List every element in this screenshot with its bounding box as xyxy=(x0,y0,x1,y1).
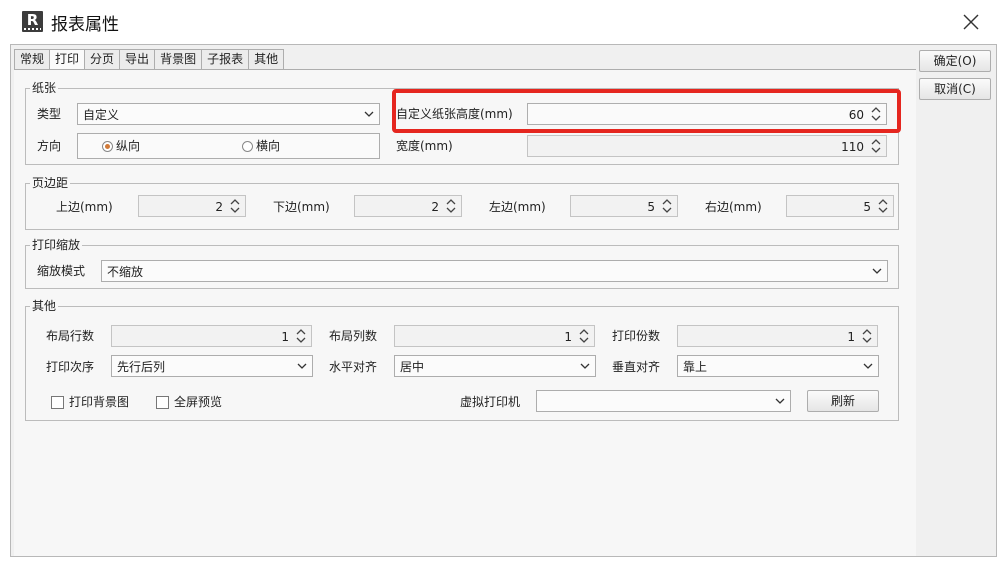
scale-mode-label: 缩放模式 xyxy=(37,264,86,278)
bottom-margin-spinner[interactable]: 2 xyxy=(354,195,462,217)
bottom-margin-label: 下边(mm) xyxy=(273,200,330,214)
virtual-printer-label: 虚拟打印机 xyxy=(460,395,521,409)
app-icon-letter: R xyxy=(26,11,39,29)
title-bar: R 报表属性 xyxy=(0,0,1007,44)
chevron-down-icon xyxy=(364,111,374,117)
tab-print[interactable]: 打印 xyxy=(49,49,85,71)
fullscreen-preview-checkbox[interactable] xyxy=(156,396,169,409)
landscape-radio[interactable] xyxy=(242,141,253,152)
spinner-arrows-icon[interactable] xyxy=(661,198,673,214)
cancel-button[interactable]: 取消(C) xyxy=(919,78,991,100)
tab-other[interactable]: 其他 xyxy=(248,49,285,70)
top-margin-label: 上边(mm) xyxy=(56,200,113,214)
layout-cols-value: 1 xyxy=(564,330,572,344)
horizontal-align-label: 水平对齐 xyxy=(329,360,378,374)
tab-subreport[interactable]: 子报表 xyxy=(201,49,249,70)
print-order-label: 打印次序 xyxy=(46,360,95,374)
horizontal-align-value: 居中 xyxy=(400,360,425,374)
chevron-down-icon xyxy=(297,363,307,369)
layout-rows-value: 1 xyxy=(281,330,289,344)
spinner-arrows-icon[interactable] xyxy=(861,328,873,344)
width-label: 宽度(mm) xyxy=(396,139,453,153)
tab-background[interactable]: 背景图 xyxy=(154,49,202,70)
layout-cols-spinner[interactable]: 1 xyxy=(394,325,595,347)
vertical-align-label: 垂直对齐 xyxy=(612,360,661,374)
chevron-down-icon xyxy=(863,363,873,369)
vertical-align-value: 靠上 xyxy=(683,360,708,374)
left-margin-label: 左边(mm) xyxy=(489,200,546,214)
width-value: 110 xyxy=(841,140,864,154)
right-margin-label: 右边(mm) xyxy=(705,200,762,214)
layout-rows-spinner[interactable]: 1 xyxy=(111,325,312,347)
portrait-radio[interactable] xyxy=(102,141,113,152)
orientation-label: 方向 xyxy=(37,139,62,153)
print-order-select[interactable]: 先行后列 xyxy=(111,355,313,377)
window-title: 报表属性 xyxy=(51,15,119,35)
spinner-arrows-icon[interactable] xyxy=(877,198,889,214)
tab-strip: 常规 打印 分页 导出 背景图 子报表 其他 xyxy=(14,49,285,71)
paper-type-select[interactable]: 自定义 xyxy=(77,103,380,125)
chevron-down-icon xyxy=(872,268,882,274)
fullscreen-preview-label: 全屏预览 xyxy=(174,395,223,409)
horizontal-align-select[interactable]: 居中 xyxy=(394,355,596,377)
scale-mode-select[interactable]: 不缩放 xyxy=(101,260,888,282)
paper-type-value: 自定义 xyxy=(83,108,120,122)
spinner-arrows-icon[interactable] xyxy=(870,138,882,154)
right-margin-value: 5 xyxy=(863,200,871,214)
top-margin-spinner[interactable]: 2 xyxy=(138,195,246,217)
print-background-checkbox[interactable] xyxy=(51,396,64,409)
spinner-arrows-icon[interactable] xyxy=(445,198,457,214)
paper-legend: 纸张 xyxy=(30,81,59,95)
print-background-label: 打印背景图 xyxy=(69,395,130,409)
other-legend: 其他 xyxy=(30,299,59,313)
highlight-annotation xyxy=(392,89,901,133)
tab-export[interactable]: 导出 xyxy=(119,49,155,70)
paper-type-label: 类型 xyxy=(37,107,62,121)
print-scale-legend: 打印缩放 xyxy=(30,238,83,252)
print-order-value: 先行后列 xyxy=(117,360,166,374)
virtual-printer-select[interactable] xyxy=(536,390,791,412)
ok-button[interactable]: 确定(O) xyxy=(919,50,991,72)
tab-general[interactable]: 常规 xyxy=(14,49,50,70)
spinner-arrows-icon[interactable] xyxy=(578,328,590,344)
chevron-down-icon xyxy=(775,398,785,404)
report-app-icon: R xyxy=(22,11,43,32)
bottom-margin-value: 2 xyxy=(431,200,439,214)
copies-label: 打印份数 xyxy=(612,329,661,343)
spinner-arrows-icon[interactable] xyxy=(229,198,241,214)
tab-pagination[interactable]: 分页 xyxy=(84,49,120,70)
spinner-arrows-icon[interactable] xyxy=(295,328,307,344)
chevron-down-icon xyxy=(580,363,590,369)
margins-legend: 页边距 xyxy=(30,176,71,190)
scale-mode-value: 不缩放 xyxy=(107,265,144,279)
left-margin-spinner[interactable]: 5 xyxy=(570,195,678,217)
portrait-label: 纵向 xyxy=(116,139,141,153)
copies-spinner[interactable]: 1 xyxy=(677,325,878,347)
right-margin-spinner[interactable]: 5 xyxy=(786,195,894,217)
left-margin-value: 5 xyxy=(647,200,655,214)
layout-rows-label: 布局行数 xyxy=(46,329,95,343)
copies-value: 1 xyxy=(847,330,855,344)
close-icon[interactable] xyxy=(961,12,981,32)
top-margin-value: 2 xyxy=(215,200,223,214)
landscape-label: 横向 xyxy=(256,139,281,153)
layout-cols-label: 布局列数 xyxy=(329,329,378,343)
vertical-align-select[interactable]: 靠上 xyxy=(677,355,879,377)
width-spinner[interactable]: 110 xyxy=(527,135,887,157)
refresh-button[interactable]: 刷新 xyxy=(807,390,879,412)
